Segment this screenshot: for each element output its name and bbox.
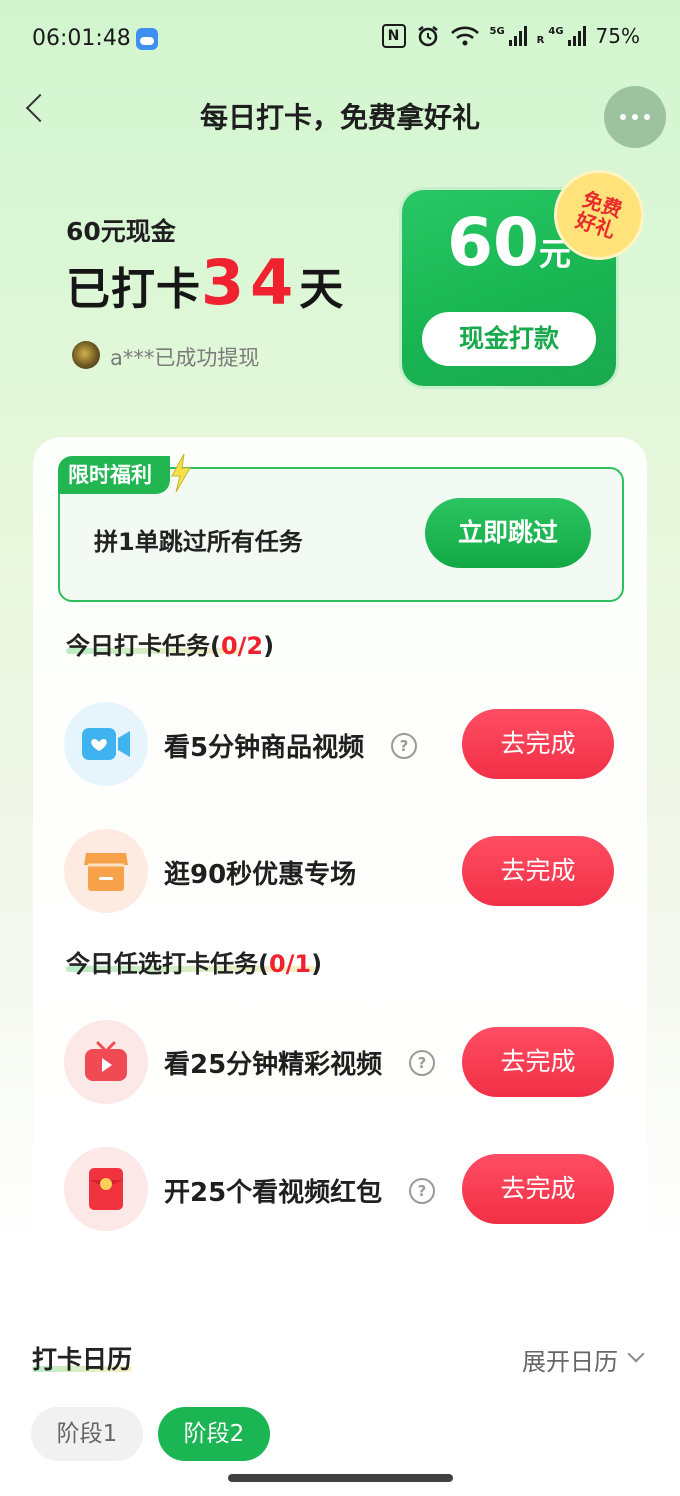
optional-tasks-title: 今日任选打卡任务(0/1) [66,950,323,978]
more-options-button[interactable] [604,86,666,148]
status-icons: N 5G R 4G 75% [381,24,640,48]
help-icon[interactable]: ? [409,1178,435,1204]
checkin-days: 已打卡34天 [66,246,345,319]
battery-level: 75% [595,24,640,48]
net-5g-label: 5G [489,25,505,37]
task-label: 开25个看视频红包 [164,1178,383,1208]
page-title: 每日打卡，免费拿好礼 [199,101,480,134]
go-complete-button[interactable]: 去完成 [462,1027,614,1097]
go-complete-button[interactable]: 去完成 [462,1154,614,1224]
help-icon[interactable]: ? [391,733,417,759]
net-4g-label: 4G [548,25,564,37]
calendar-title: 打卡日历 [32,1345,133,1374]
cash-label: 60元现金 [66,217,176,246]
checkin-days-count: 34 [201,246,300,319]
task-label: 看25分钟精彩视频 [164,1050,383,1080]
expand-calendar-button[interactable]: 展开日历 [522,1342,618,1377]
task-label: 看5分钟商品视频 [164,733,365,763]
nfc-icon: N [381,24,406,48]
stage-tab-1[interactable]: 阶段1 [31,1407,143,1461]
shop-icon [64,829,148,913]
help-icon[interactable]: ? [409,1050,435,1076]
status-time: 06:01:48 [32,26,131,51]
promo-text: 拼1单跳过所有任务 [94,528,303,556]
promo-tag: 限时福利 [58,456,170,494]
tv-play-icon [64,1020,148,1104]
task-label: 逛90秒优惠专场 [164,860,357,890]
signal-5g-icon [508,26,527,46]
withdraw-note: a***已成功提现 [110,346,260,370]
go-complete-button[interactable]: 去完成 [462,836,614,906]
signal-4g-icon [567,26,586,46]
cash-payout-button[interactable]: 现金打款 [422,312,596,366]
lightning-icon [171,454,191,492]
red-envelope-icon [64,1147,148,1231]
avatar [72,341,100,369]
skip-now-button[interactable]: 立即跳过 [425,498,591,568]
daily-tasks-title: 今日打卡任务(0/2) [66,632,275,660]
alarm-icon [417,26,438,47]
weather-icon [136,28,158,50]
go-complete-button[interactable]: 去完成 [462,709,614,779]
roaming-label: R [536,34,545,46]
chevron-down-icon[interactable] [627,1345,645,1363]
wifi-icon [450,26,479,46]
stage-tab-2[interactable]: 阶段2 [158,1407,270,1461]
home-indicator[interactable] [228,1474,453,1482]
video-camera-icon [64,702,148,786]
